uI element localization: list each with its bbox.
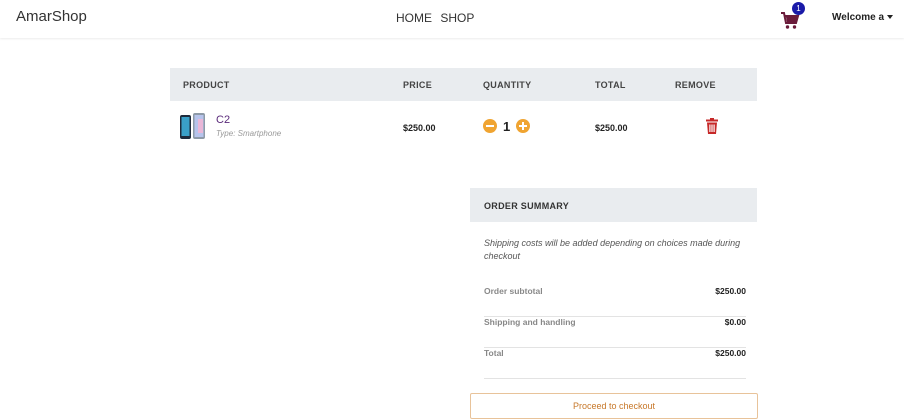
caret-down-icon xyxy=(887,15,894,20)
trash-icon[interactable] xyxy=(706,118,718,134)
nav-links: HOME SHOP xyxy=(396,11,479,25)
summary-label: Order subtotal xyxy=(484,286,543,296)
cart-table-header: PRODUCT PRICE QUANTITY TOTAL REMOVE xyxy=(170,68,757,101)
quantity-value: 1 xyxy=(503,119,511,134)
product-total: $250.00 xyxy=(595,123,628,133)
order-summary-header: ORDER SUMMARY xyxy=(470,188,757,222)
shipping-note: Shipping costs will be added depending o… xyxy=(484,238,741,261)
cart-item-row: C2 Type: Smartphone $250.00 1 $250.00 xyxy=(170,104,757,152)
summary-value: $0.00 xyxy=(724,317,746,327)
product-thumbnail[interactable] xyxy=(179,113,207,140)
user-menu-dropdown[interactable]: Welcome a xyxy=(832,12,894,23)
summary-label: Shipping and handling xyxy=(484,317,576,327)
welcome-label: Welcome a xyxy=(832,12,885,23)
summary-value: $250.00 xyxy=(715,286,746,296)
summary-value: $250.00 xyxy=(715,348,746,358)
brand-logo[interactable]: AmarShop xyxy=(16,8,87,25)
header-product: PRODUCT xyxy=(183,80,230,90)
summary-row-total: Total $250.00 xyxy=(484,348,746,379)
proceed-to-checkout-button[interactable]: Proceed to checkout xyxy=(470,393,758,419)
summary-label: Total xyxy=(484,348,504,358)
navbar: AmarShop HOME SHOP 1 Welcome a xyxy=(0,0,904,38)
product-type: Type: Smartphone xyxy=(216,129,282,138)
product-name[interactable]: C2 xyxy=(216,114,230,126)
header-remove: REMOVE xyxy=(675,80,716,90)
nav-link-shop[interactable]: SHOP xyxy=(440,11,474,25)
summary-row-shipping: Shipping and handling $0.00 xyxy=(484,317,746,348)
order-summary-title: ORDER SUMMARY xyxy=(484,201,570,211)
product-price: $250.00 xyxy=(403,123,436,133)
summary-row-subtotal: Order subtotal $250.00 xyxy=(484,286,746,317)
nav-link-home[interactable]: HOME xyxy=(396,11,432,25)
cart-count-badge: 1 xyxy=(792,2,805,15)
cart-button[interactable]: 1 xyxy=(780,2,806,32)
header-total: TOTAL xyxy=(595,80,626,90)
header-quantity: QUANTITY xyxy=(483,80,532,90)
header-price: PRICE xyxy=(403,80,433,90)
plus-circle-icon[interactable] xyxy=(516,119,530,133)
minus-circle-icon[interactable] xyxy=(483,119,497,133)
